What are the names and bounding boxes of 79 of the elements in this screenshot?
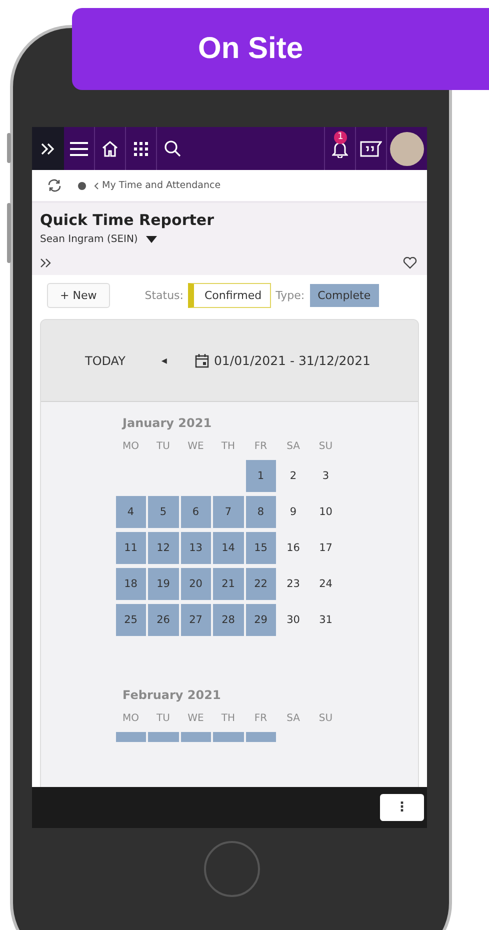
day-cell[interactable] [246,732,276,742]
page-title: Quick Time Reporter [40,211,215,229]
day-cell[interactable]: 4 [116,496,146,528]
double-chevron-icon[interactable] [40,258,52,268]
search-icon[interactable] [164,140,180,157]
weekday-label: WE [186,712,205,726]
refresh-icon[interactable] [47,179,62,192]
status-label: Status: [144,289,184,302]
day-cell[interactable]: 21 [213,568,244,600]
status-chip[interactable]: Confirmed [188,283,271,308]
previous-button[interactable]: ◂ [155,353,173,368]
day-cell[interactable]: 13 [180,532,211,564]
month-title: January 2021 [122,416,213,430]
weekday-label: TH [220,712,236,726]
day-cell[interactable]: 6 [180,496,211,528]
calendar-icon[interactable] [194,354,209,368]
day-cell[interactable]: 3 [310,460,341,492]
caret-icon[interactable] [146,236,157,243]
day-cell[interactable]: 19 [148,568,178,600]
day-cell[interactable]: 11 [116,532,146,564]
day-cell[interactable]: 10 [310,496,341,528]
weekday-label: SU [318,712,334,726]
type-chip[interactable]: Complete [310,284,379,307]
date-range[interactable]: 01/01/2021 - 31/12/2021 [214,353,371,368]
day-cell[interactable]: 14 [213,532,244,564]
menu-icon[interactable] [69,140,89,156]
day-cell[interactable]: 15 [246,532,276,564]
day-cell[interactable]: 24 [310,568,341,600]
day-cell[interactable] [180,732,211,742]
weekday-label: SA [286,712,301,726]
weekday-label: SU [318,440,334,454]
day-cell[interactable]: 5 [148,496,178,528]
heart-icon[interactable] [403,257,417,269]
notification-badge: 1 [334,131,347,144]
day-cell[interactable]: 18 [116,568,146,600]
new-button[interactable]: + New [47,283,110,308]
day-cell[interactable]: 23 [278,568,308,600]
day-cell[interactable] [116,732,146,742]
weekday-label: TU [156,440,171,454]
day-cell[interactable]: 12 [148,532,178,564]
chevron-left-icon[interactable] [94,182,99,190]
day-cell[interactable]: 1 [246,460,276,492]
day-cell[interactable]: 2 [278,460,308,492]
breadcrumb-link[interactable]: My Time and Attendance [102,180,221,191]
month-title: February 2021 [122,688,222,702]
day-cell[interactable]: 17 [310,532,341,564]
day-cell[interactable]: 16 [278,532,308,564]
weekday-label: MO [122,712,140,726]
more-button[interactable]: ⋮ [380,794,424,821]
day-cell[interactable]: 25 [116,604,146,636]
day-cell[interactable]: 28 [213,604,244,636]
day-cell[interactable]: 9 [278,496,308,528]
day-cell[interactable] [213,732,244,742]
day-cell[interactable]: 8 [246,496,276,528]
on-site-banner: On Site [72,8,489,90]
day-cell[interactable] [148,732,178,742]
weekday-label: FR [253,712,268,726]
today-button[interactable]: TODAY [79,352,132,368]
weekday-label: SA [286,440,301,454]
home-icon[interactable] [101,140,119,157]
type-label: Type: [276,289,305,302]
weekday-label: TU [156,712,171,726]
day-cell[interactable]: 31 [310,604,341,636]
weekday-label: FR [253,440,268,454]
weekday-label: MO [122,440,140,454]
status-dot [78,182,86,190]
user-name[interactable]: Sean Ingram (SEIN) [40,234,138,245]
weekday-label: WE [186,440,205,454]
day-cell[interactable]: 7 [213,496,244,528]
day-cell[interactable]: 26 [148,604,178,636]
apps-grid-icon[interactable] [134,142,148,156]
weekday-label: TH [220,440,236,454]
day-cell[interactable]: 30 [278,604,308,636]
avatar[interactable] [390,132,424,166]
day-cell[interactable]: 20 [180,568,211,600]
day-cell[interactable]: 27 [180,604,211,636]
day-cell[interactable]: 29 [246,604,276,636]
day-cell[interactable]: 22 [246,568,276,600]
speech-bubble-icon[interactable] [360,140,382,156]
